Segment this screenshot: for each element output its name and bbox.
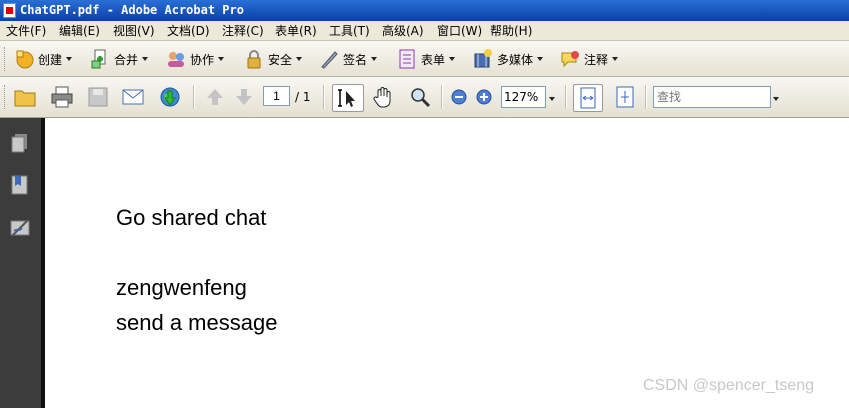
combine-label: 合并 bbox=[114, 52, 139, 67]
chevron-down-icon bbox=[612, 57, 619, 61]
find-input[interactable] bbox=[653, 86, 771, 108]
toolbar-separator bbox=[565, 85, 567, 109]
chevron-down-icon bbox=[773, 97, 779, 101]
acrobat-app-icon bbox=[3, 3, 16, 18]
menu-bar: 文件(F) 编辑(E) 视图(V) 文档(D) 注释(C) 表单(R) 工具(T… bbox=[0, 21, 849, 41]
menu-comments[interactable]: 注释(C) bbox=[222, 21, 264, 41]
menu-view[interactable]: 视图(V) bbox=[113, 21, 155, 41]
sign-button[interactable]: 签名 bbox=[319, 46, 378, 72]
chevron-down-icon bbox=[142, 57, 149, 61]
form-icon bbox=[397, 49, 417, 69]
page-count-label: / 1 bbox=[295, 90, 311, 104]
zoom-in-icon[interactable] bbox=[476, 89, 492, 105]
multimedia-label: 多媒体 bbox=[497, 52, 534, 67]
signatures-panel-icon[interactable] bbox=[9, 217, 31, 239]
globe-upload-icon[interactable] bbox=[158, 85, 182, 109]
combine-icon bbox=[90, 49, 110, 69]
print-icon[interactable] bbox=[50, 85, 74, 109]
menu-help[interactable]: 帮助(H) bbox=[490, 21, 532, 41]
bookmarks-panel-icon[interactable] bbox=[9, 174, 31, 196]
chevron-down-icon bbox=[218, 57, 225, 61]
next-page-icon[interactable] bbox=[232, 85, 256, 109]
toolbar-grip[interactable] bbox=[4, 85, 7, 109]
toolbar-separator bbox=[193, 85, 195, 109]
menu-forms[interactable]: 表单(R) bbox=[275, 21, 317, 41]
title-bar: ChatGPT.pdf - Adobe Acrobat Pro bbox=[0, 0, 849, 21]
zoom-level-field[interactable]: 127% bbox=[501, 86, 546, 108]
lock-icon bbox=[244, 49, 264, 69]
email-icon[interactable] bbox=[121, 85, 145, 109]
open-folder-icon[interactable] bbox=[13, 85, 37, 109]
save-icon[interactable] bbox=[86, 85, 110, 109]
collaborate-icon bbox=[166, 49, 186, 69]
navigation-pane bbox=[0, 118, 41, 408]
toolbar-separator bbox=[645, 85, 647, 109]
document-page bbox=[41, 118, 849, 408]
secure-button[interactable]: 安全 bbox=[244, 46, 303, 72]
csdn-watermark: CSDN @spencer_tseng bbox=[643, 377, 814, 394]
menu-document[interactable]: 文档(D) bbox=[167, 21, 210, 41]
previous-page-icon[interactable] bbox=[203, 85, 227, 109]
chevron-down-icon bbox=[371, 57, 378, 61]
pages-panel-icon[interactable] bbox=[9, 132, 31, 154]
fit-page-icon[interactable] bbox=[613, 85, 637, 109]
menu-edit[interactable]: 编辑(E) bbox=[59, 21, 100, 41]
secure-label: 安全 bbox=[268, 52, 293, 67]
zoom-out-icon[interactable] bbox=[451, 89, 467, 105]
tasks-toolbar: 创建 合并 协作 安全 签名 表单 多媒体 注释 bbox=[0, 41, 849, 77]
fit-width-icon[interactable] bbox=[573, 84, 603, 112]
chevron-down-icon bbox=[296, 57, 303, 61]
pen-icon bbox=[319, 49, 339, 69]
zoom-tool-icon[interactable] bbox=[408, 85, 432, 109]
sign-label: 签名 bbox=[343, 52, 368, 67]
hand-tool-icon[interactable] bbox=[371, 85, 395, 109]
find-dropdown-button[interactable] bbox=[771, 86, 781, 108]
comment-button[interactable]: 注释 bbox=[560, 46, 619, 72]
document-text-line: send a message bbox=[116, 310, 278, 335]
collaborate-button[interactable]: 协作 bbox=[166, 46, 225, 72]
toolbar-separator bbox=[323, 85, 325, 109]
create-pdf-icon bbox=[14, 49, 34, 69]
comment-label: 注释 bbox=[584, 52, 609, 67]
menu-window[interactable]: 窗口(W) bbox=[437, 21, 482, 41]
chevron-down-icon bbox=[549, 97, 555, 101]
collaborate-label: 协作 bbox=[190, 52, 215, 67]
document-text-line: zengwenfeng bbox=[116, 275, 247, 300]
comment-icon bbox=[560, 49, 580, 69]
page-number-input[interactable] bbox=[263, 86, 290, 106]
toolbar-grip[interactable] bbox=[4, 47, 7, 71]
menu-file[interactable]: 文件(F) bbox=[6, 21, 46, 41]
create-button[interactable]: 创建 bbox=[14, 46, 73, 72]
zoom-dropdown-button[interactable] bbox=[546, 86, 558, 108]
chevron-down-icon bbox=[66, 57, 73, 61]
chevron-down-icon bbox=[449, 57, 456, 61]
document-text-line: Go shared chat bbox=[116, 205, 267, 230]
film-icon bbox=[473, 49, 493, 69]
create-label: 创建 bbox=[38, 52, 63, 67]
menu-tools[interactable]: 工具(T) bbox=[329, 21, 370, 41]
forms-button[interactable]: 表单 bbox=[397, 46, 456, 72]
select-tool-icon[interactable] bbox=[332, 84, 364, 112]
combine-button[interactable]: 合并 bbox=[90, 46, 149, 72]
menu-advanced[interactable]: 高级(A) bbox=[382, 21, 424, 41]
toolbar-separator bbox=[441, 85, 443, 109]
window-title: ChatGPT.pdf - Adobe Acrobat Pro bbox=[20, 3, 244, 17]
forms-label: 表单 bbox=[421, 52, 446, 67]
multimedia-button[interactable]: 多媒体 bbox=[473, 46, 544, 72]
chevron-down-icon bbox=[537, 57, 544, 61]
